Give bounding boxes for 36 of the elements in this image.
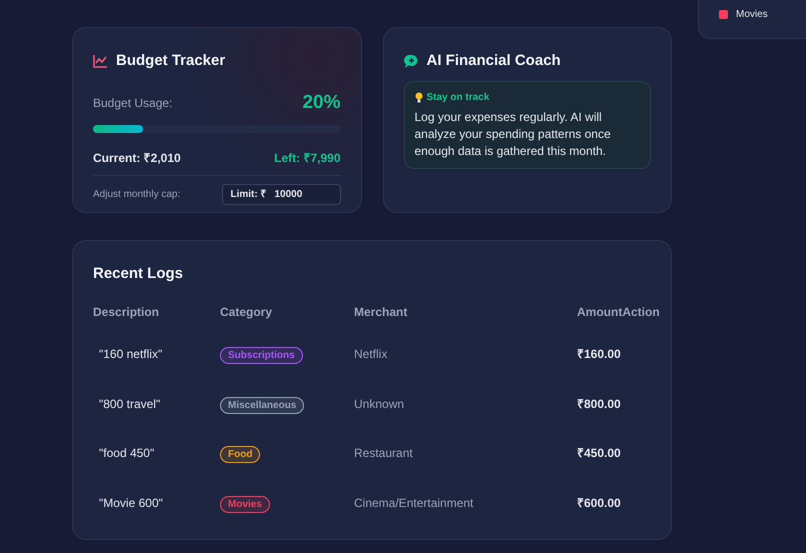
table-cell-text: "160 netflix" [98,346,164,364]
usage-label: Budget Usage: [93,94,172,112]
table-cell-text: ₹450.00 [577,445,622,462]
column-header: Amount [577,304,622,320]
table-cell-text: Cinema/Entertainment [354,494,474,512]
table-cell-text: Netflix [354,346,388,364]
category-tag: Miscellaneous [220,396,304,414]
category-tag: Food [220,446,260,464]
category-tag: Movies [220,496,270,513]
chart-icon [93,54,108,68]
card-title: Recent Logs [93,264,184,284]
column-header: Merchant [354,304,408,320]
legend-label: Movies [736,8,768,22]
column-header: Description [93,304,160,320]
table-cell-text: Restaurant [354,445,414,462]
usage-percent: 20% [302,90,340,114]
table-cell-text: "food 450" [98,445,156,462]
column-header: Category [220,304,274,320]
cap-label: Adjust monthly cap: [93,188,180,202]
left-amount: Left: ₹7,990 [274,150,340,167]
current-amount: Current: ₹2,010 [93,150,181,167]
card-title: Budget Tracker [116,51,226,71]
chat-icon [404,54,418,69]
card-title: AI Financial Coach [426,51,561,71]
category-tag: Subscriptions [220,347,303,364]
tip-title: Stay on track [426,90,490,104]
tip-text: Log your expenses regularly. AI will analyze your spending patterns once enough data is gathered this month. [414,108,612,160]
table-cell-text: "800 travel" [98,396,162,413]
table-cell-text: "Movie 600" [98,494,164,512]
table-cell-text: Unknown [354,396,406,413]
column-header: Action [622,304,660,320]
table-cell-text: ₹800.00 [577,396,622,413]
table-cell-text: ₹600.00 [577,494,622,512]
lightbulb-icon [414,92,422,102]
limit-field[interactable]: Limit: ₹ 10000 [222,184,340,205]
table-cell-text: ₹160.00 [577,346,622,364]
